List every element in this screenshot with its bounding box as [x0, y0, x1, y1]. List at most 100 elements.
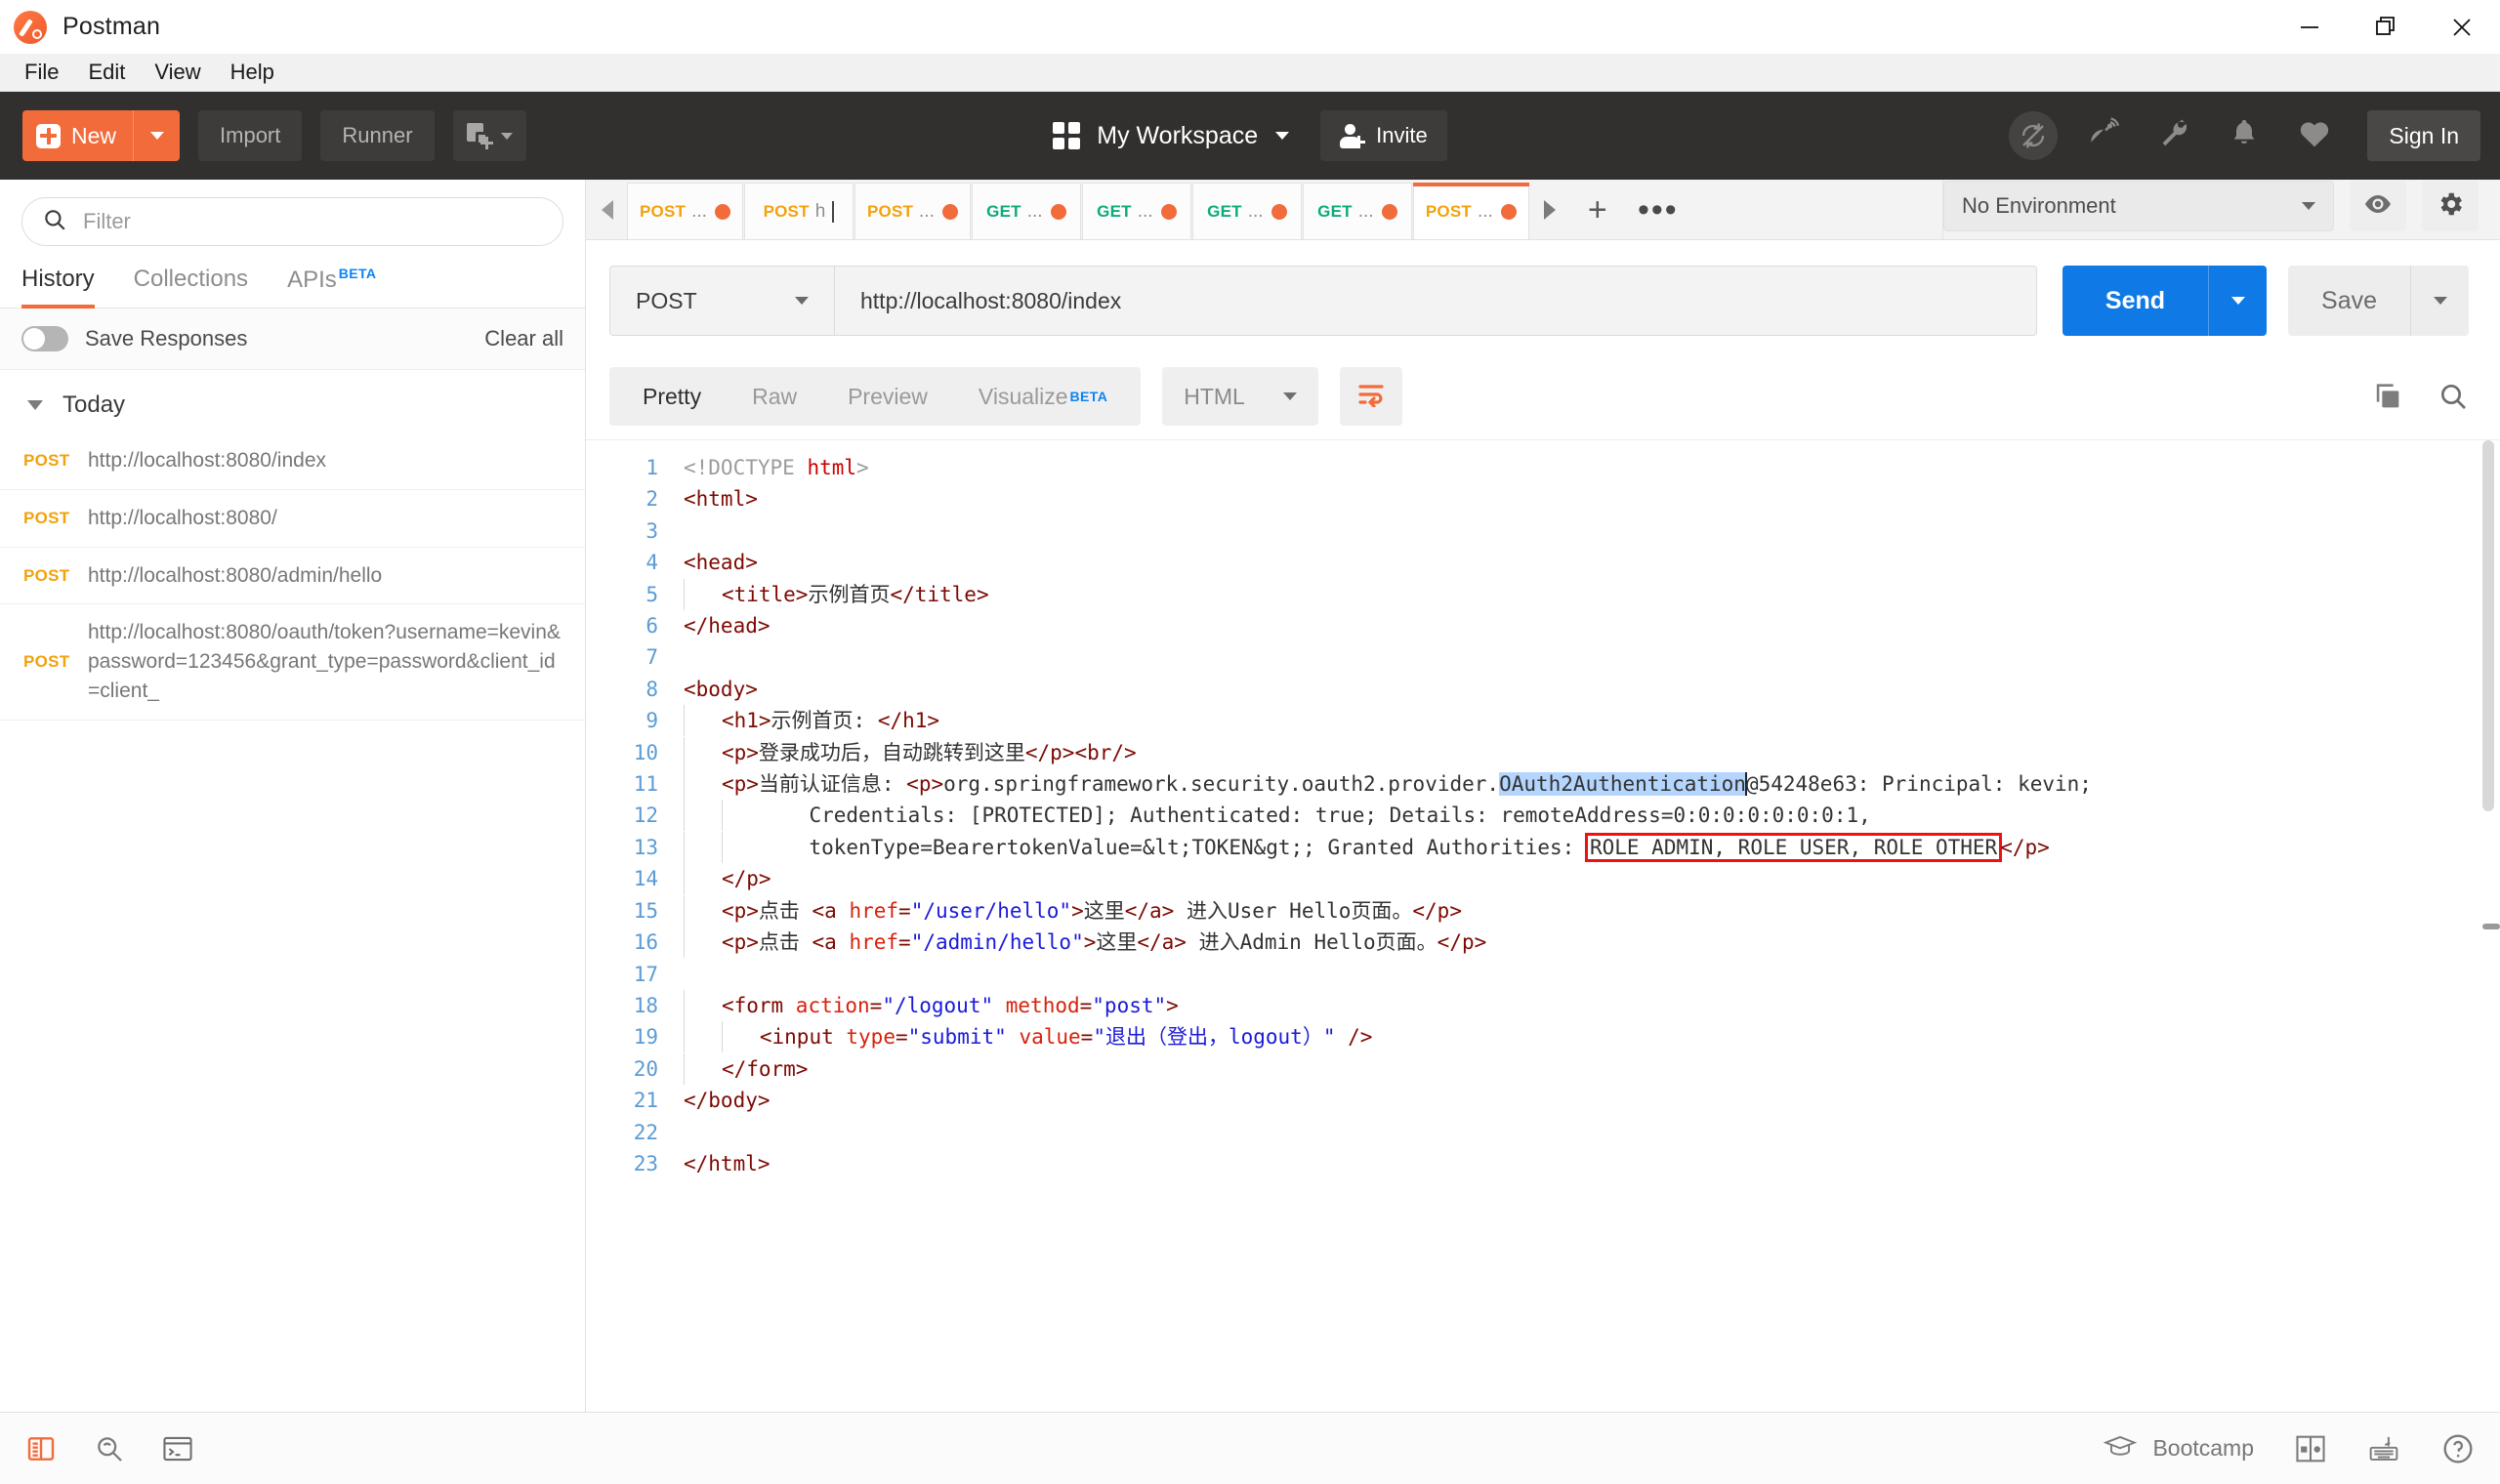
new-button-dropdown[interactable]	[133, 110, 180, 161]
find-icon[interactable]	[94, 1433, 125, 1464]
clear-all-button[interactable]: Clear all	[484, 326, 563, 351]
add-tab-button[interactable]: +	[1567, 181, 1628, 239]
line-number: 5	[586, 579, 684, 610]
environment-quick-look-button[interactable]	[2350, 181, 2406, 231]
pane-resize-handle[interactable]	[2482, 924, 2500, 929]
http-method-select[interactable]: POST	[609, 266, 834, 336]
runner-button[interactable]: Runner	[320, 110, 434, 161]
request-url-input[interactable]	[834, 266, 2037, 336]
tab-name: h	[815, 201, 826, 223]
request-tab[interactable]: GET ...	[972, 183, 1081, 239]
tab-pretty[interactable]: Pretty	[617, 367, 727, 426]
line-number: 20	[586, 1053, 684, 1085]
save-responses-toggle[interactable]	[21, 326, 68, 351]
send-button[interactable]: Send	[2062, 266, 2267, 336]
word-wrap-button[interactable]	[1340, 367, 1402, 426]
content-pane: POST ... POST h POST ... GET ... GET	[586, 180, 2500, 1412]
copy-icon[interactable]	[2371, 380, 2404, 413]
filter-box[interactable]	[21, 197, 563, 246]
environment-select[interactable]: No Environment	[1943, 181, 2334, 231]
response-format-select[interactable]: HTML	[1162, 367, 1318, 426]
satellite-button[interactable]	[2076, 108, 2131, 163]
tab-preview[interactable]: Preview	[822, 367, 953, 426]
list-item[interactable]: POST http://localhost:8080/	[0, 490, 585, 548]
request-tab[interactable]: GET ...	[1192, 183, 1302, 239]
code-line: 12 Credentials: [PROTECTED]; Authenticat…	[586, 800, 2500, 831]
import-button[interactable]: Import	[198, 110, 302, 161]
sidebar-tab-collections[interactable]: Collections	[134, 260, 248, 308]
minimize-button[interactable]	[2271, 0, 2348, 54]
workspace-name[interactable]: My Workspace	[1097, 122, 1258, 150]
request-tab-strip: POST ... POST h POST ... GET ... GET	[586, 180, 2500, 240]
send-options-button[interactable]	[2208, 266, 2267, 336]
sidebar-tab-apis[interactable]: APIsBETA	[287, 260, 376, 308]
new-collection-button[interactable]	[453, 110, 526, 161]
bootcamp-button[interactable]: Bootcamp	[2104, 1433, 2254, 1464]
wrench-icon	[2158, 118, 2189, 154]
code-text: </form>	[684, 1053, 808, 1085]
history-group-today[interactable]: Today	[0, 370, 585, 433]
new-button-main[interactable]: New	[22, 110, 133, 161]
code-text: <input type="submit" value="退出（登出，logout…	[684, 1021, 1372, 1052]
menu-help[interactable]: Help	[216, 58, 289, 87]
request-tab[interactable]: POST ...	[854, 183, 971, 239]
sync-off-button[interactable]	[2006, 108, 2061, 163]
save-button-label[interactable]: Save	[2288, 266, 2410, 336]
close-button[interactable]	[2424, 0, 2500, 54]
search-icon[interactable]	[2438, 381, 2469, 412]
sidebar-toggle-icon[interactable]	[25, 1433, 57, 1464]
notifications-button[interactable]	[2217, 108, 2271, 163]
list-item[interactable]: POST http://localhost:8080/admin/hello	[0, 548, 585, 605]
request-tab[interactable]: POST ...	[627, 183, 743, 239]
code-text: <p>当前认证信息: <p>org.springframework.securi…	[684, 768, 2092, 800]
code-text: <title>示例首页</title>	[684, 579, 989, 610]
chevron-down-icon[interactable]	[1275, 132, 1289, 140]
tab-raw[interactable]: Raw	[727, 367, 822, 426]
list-item[interactable]: POST http://localhost:8080/index	[0, 433, 585, 490]
settings-button[interactable]	[2422, 181, 2479, 231]
scroll-left-icon[interactable]	[590, 181, 627, 239]
sidebar-tab-history-label: History	[21, 266, 95, 292]
chevron-down-icon	[795, 297, 809, 305]
line-number: 7	[586, 641, 684, 673]
favorites-button[interactable]	[2287, 108, 2342, 163]
list-item[interactable]: POST http://localhost:8080/oauth/token?u…	[0, 604, 585, 720]
save-options-button[interactable]	[2410, 266, 2469, 336]
code-block: 1<!DOCTYPE html> 2<html> 3 4<head> 5 <ti…	[586, 440, 2500, 1179]
code-text: </html>	[684, 1148, 771, 1179]
unsaved-dot-icon	[715, 204, 730, 220]
scroll-right-icon[interactable]	[1530, 181, 1567, 239]
sidebar-tab-history[interactable]: History	[21, 260, 95, 308]
response-body-viewer[interactable]: 1<!DOCTYPE html> 2<html> 3 4<head> 5 <ti…	[586, 439, 2500, 1412]
help-icon[interactable]	[2441, 1432, 2475, 1465]
keyboard-shortcuts-icon[interactable]	[2367, 1434, 2400, 1463]
request-tab[interactable]: POST h	[744, 183, 854, 239]
graduation-cap-icon	[2104, 1433, 2137, 1464]
search-input[interactable]	[83, 209, 543, 234]
request-tab[interactable]: GET ...	[1082, 183, 1191, 239]
save-button[interactable]: Save	[2288, 266, 2469, 336]
unsaved-dot-icon	[1051, 204, 1066, 220]
menu-bar: File Edit View Help	[0, 54, 2500, 92]
tab-method: GET	[1097, 202, 1132, 222]
line-number: 23	[586, 1148, 684, 1179]
code-line: 1<!DOCTYPE html>	[586, 452, 2500, 483]
scrollbar-thumb[interactable]	[2482, 440, 2494, 811]
menu-edit[interactable]: Edit	[73, 58, 140, 87]
request-tab[interactable]: GET ...	[1303, 183, 1412, 239]
tab-options-button[interactable]: •••	[1628, 181, 1688, 239]
console-icon[interactable]	[162, 1435, 193, 1463]
two-pane-layout-icon[interactable]	[2295, 1434, 2326, 1463]
sign-in-button[interactable]: Sign In	[2367, 110, 2480, 161]
tab-name: ...	[919, 201, 935, 223]
menu-view[interactable]: View	[140, 58, 215, 87]
maximize-button[interactable]	[2348, 0, 2424, 54]
wrench-button[interactable]	[2146, 108, 2201, 163]
tab-visualize[interactable]: VisualizeBETA	[953, 367, 1133, 426]
menu-file[interactable]: File	[10, 58, 73, 87]
chevron-down-icon	[27, 400, 43, 410]
send-button-label[interactable]: Send	[2062, 266, 2208, 336]
invite-button[interactable]: Invite	[1320, 110, 1447, 161]
new-button[interactable]: New	[22, 110, 180, 161]
request-tab-active[interactable]: POST ...	[1413, 183, 1529, 239]
